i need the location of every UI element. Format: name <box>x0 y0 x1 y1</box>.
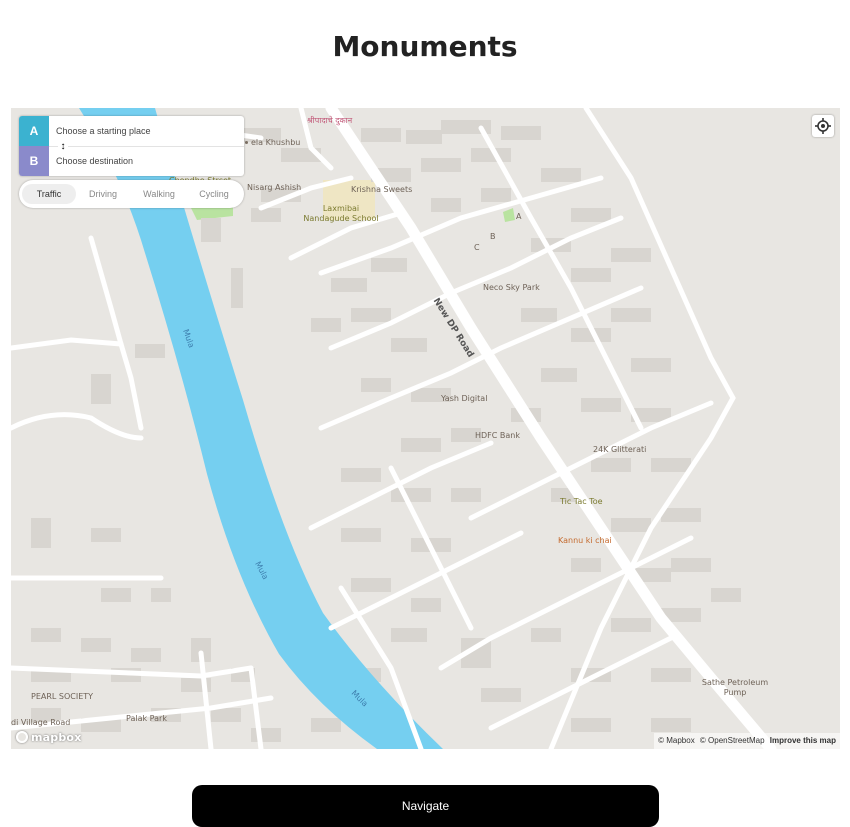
poi-label-neco: Neco Sky Park <box>483 283 540 292</box>
attribution-mapbox-link[interactable]: © Mapbox <box>658 736 695 745</box>
origin-row: A <box>19 116 253 147</box>
mapbox-logo[interactable]: mapbox <box>16 730 82 744</box>
directions-panel: A B ↕ <box>19 116 253 176</box>
school-label: Laxmibai Nandagude School <box>301 204 381 224</box>
map-canvas[interactable]: श्रीपादाचे दुकान ela Khushbu Chondhe Str… <box>11 108 840 749</box>
poi-label-yash: Yash Digital <box>441 394 488 403</box>
origin-input[interactable] <box>49 116 253 146</box>
school-label-line2: Nandagude School <box>303 214 379 223</box>
geolocate-button[interactable] <box>812 115 834 137</box>
attribution-osm-link[interactable]: © OpenStreetMap <box>700 736 765 745</box>
origin-badge: A <box>19 116 49 146</box>
poi-label-a: A <box>516 212 522 221</box>
poi-label-sathe: Sathe Petroleum Pump <box>697 678 773 698</box>
travel-mode-tabs: Traffic Driving Walking Cycling <box>19 180 244 208</box>
map-attribution: © Mapbox © OpenStreetMap Improve this ma… <box>654 733 840 749</box>
poi-label-sathe-line1: Sathe Petroleum <box>701 678 769 687</box>
poi-label-nisarg: Nisarg Ashish <box>247 183 302 192</box>
navigate-button[interactable]: Navigate <box>192 785 659 827</box>
poi-label-glitterati: 24K Glitterati <box>593 445 647 454</box>
reverse-icon[interactable]: ↕ <box>58 141 68 153</box>
poi-label-c: C <box>474 243 480 252</box>
tab-driving[interactable]: Driving <box>76 184 130 204</box>
road-label-village: di Village Road <box>11 718 71 727</box>
poi-label-palak: Palak Park <box>126 714 167 723</box>
school-label-line1: Laxmibai <box>322 204 360 213</box>
destination-row: B <box>19 146 253 176</box>
tab-traffic[interactable]: Traffic <box>22 184 76 204</box>
crosshair-icon <box>815 118 831 134</box>
poi-label-krishna: Krishna Sweets <box>351 185 413 194</box>
shop-label-top: श्रीपादाचे दुकान <box>307 116 353 125</box>
poi-label-b: B <box>490 232 496 241</box>
poi-label-sathe-line2: Pump <box>723 688 747 697</box>
tab-walking[interactable]: Walking <box>132 184 186 204</box>
poi-label-khushbu: ela Khushbu <box>245 138 300 148</box>
poi-label-tictac: Tic Tac Toe <box>560 497 603 506</box>
page-title: Monuments <box>332 30 518 63</box>
destination-input[interactable] <box>49 146 253 176</box>
poi-label-pearl: PEARL SOCIETY <box>31 692 94 701</box>
poi-label-hdfc: HDFC Bank <box>475 431 520 440</box>
poi-label-kannu: Kannu ki chai <box>558 536 612 545</box>
mapbox-logo-icon <box>16 731 28 743</box>
tab-cycling[interactable]: Cycling <box>187 184 241 204</box>
destination-badge: B <box>19 146 49 176</box>
improve-map-link[interactable]: Improve this map <box>770 736 836 745</box>
